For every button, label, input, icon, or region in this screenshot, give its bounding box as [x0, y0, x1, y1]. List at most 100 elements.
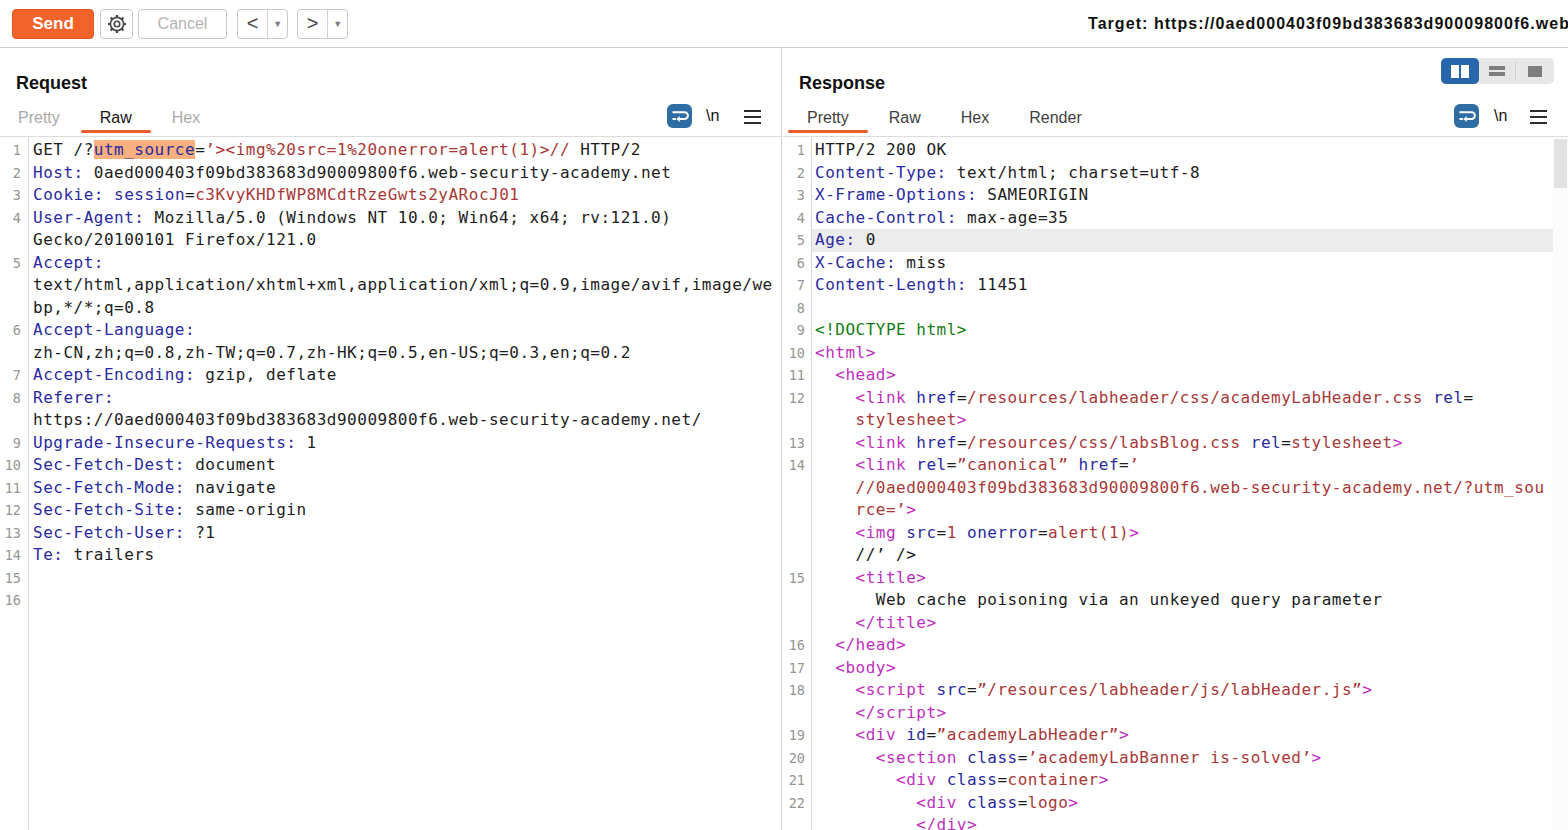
line-number [783, 409, 805, 432]
request-panel: Request Pretty Raw Hex \n 1GET /?utm_sou… [0, 48, 782, 830]
prev-dropdown-icon[interactable]: ▼ [268, 10, 287, 38]
line-number [783, 477, 805, 500]
layout-toggle [1441, 58, 1554, 84]
line-number [783, 522, 805, 545]
editor-line: 6X-Cache: miss [783, 252, 1568, 275]
send-button[interactable]: Send [12, 9, 94, 39]
editor-line: Gecko/20100101 Firefox/121.0 [0, 229, 781, 252]
editor-line: 3Cookie: session=c3KvyKHDfWP8MCdtRzeGwts… [0, 184, 781, 207]
editor-line: </script> [783, 702, 1568, 725]
editor-line: <img src=1 onerror=alert(1)> [783, 522, 1568, 545]
editor-line: 1HTTP/2 200 OK [783, 139, 1568, 162]
editor-line: 3X-Frame-Options: SAMEORIGIN [783, 184, 1568, 207]
response-editor[interactable]: 1HTTP/2 200 OK2Content-Type: text/html; … [783, 137, 1568, 830]
editor-line: 12Sec-Fetch-Site: same-origin [0, 499, 781, 522]
editor-line: 9<!DOCTYPE html> [783, 319, 1568, 342]
editor-line: 11 <head> [783, 364, 1568, 387]
line-number: 11 [783, 364, 805, 387]
editor-line: 9Upgrade-Insecure-Requests: 1 [0, 432, 781, 455]
newline-toggle[interactable]: \n [706, 104, 719, 128]
line-number: 8 [783, 297, 805, 320]
request-panel-title: Request [16, 73, 87, 94]
newline-toggle[interactable]: \n [1494, 104, 1507, 128]
editor-line: 7Accept-Encoding: gzip, deflate [0, 364, 781, 387]
editor-line: 16 </head> [783, 634, 1568, 657]
line-number: 21 [783, 769, 805, 792]
line-number: 14 [783, 454, 805, 477]
editor-line: 11Sec-Fetch-Mode: navigate [0, 477, 781, 500]
line-number: 4 [0, 207, 21, 230]
editor-line: https://0aed000403f09bd383683d90009800f6… [0, 409, 781, 432]
scrollbar-thumb[interactable] [1554, 139, 1567, 188]
line-number: 13 [0, 522, 21, 545]
line-number: 15 [783, 567, 805, 590]
line-number [783, 814, 805, 830]
next-dropdown-icon[interactable]: ▼ [328, 10, 347, 38]
line-number: 16 [0, 589, 21, 612]
line-number: 22 [783, 792, 805, 815]
line-number [0, 274, 21, 297]
line-number: 13 [783, 432, 805, 455]
editor-line: 15 [0, 567, 781, 590]
line-number: 6 [783, 252, 805, 275]
editor-line: 20 <section class=’academyLabBanner is-s… [783, 747, 1568, 770]
wrap-lines-icon[interactable] [667, 104, 692, 128]
line-number [783, 544, 805, 567]
hamburger-menu-icon[interactable] [744, 110, 761, 124]
prev-request-button[interactable]: < ▼ [237, 9, 288, 39]
editor-line: 14 <link rel=”canonical” href=’ [783, 454, 1568, 477]
wrap-lines-icon[interactable] [1454, 104, 1479, 128]
editor-line: </div> [783, 814, 1568, 830]
line-number: 14 [0, 544, 21, 567]
cancel-button[interactable]: Cancel [138, 9, 227, 39]
line-number: 2 [783, 162, 805, 185]
prev-arrow-icon[interactable]: < [238, 10, 267, 38]
line-number: 1 [0, 139, 21, 162]
editor-line: 1GET /?utm_source=’><img%20src=1%20onerr… [0, 139, 781, 162]
line-number: 9 [0, 432, 21, 455]
editor-line: 5Accept: [0, 252, 781, 275]
editor-line: 6Accept-Language: [0, 319, 781, 342]
editor-line: 13Sec-Fetch-User: ?1 [0, 522, 781, 545]
line-number: 1 [783, 139, 805, 162]
next-request-button[interactable]: > ▼ [297, 9, 348, 39]
layout-single-icon[interactable] [1516, 58, 1554, 84]
editor-line: 19 <div id=”academyLabHeader”> [783, 724, 1568, 747]
layout-rows-icon[interactable] [1479, 58, 1517, 84]
line-number [783, 499, 805, 522]
line-number [0, 229, 21, 252]
response-tab-hex[interactable]: Hex [961, 109, 989, 127]
gear-icon [106, 13, 128, 35]
request-tab-pretty[interactable]: Pretty [18, 109, 60, 127]
target-label: Target: https://0aed000403f09bd383683d90… [1088, 0, 1568, 48]
line-number: 15 [0, 567, 21, 590]
line-number: 19 [783, 724, 805, 747]
hamburger-menu-icon[interactable] [1530, 110, 1547, 124]
line-number: 5 [0, 252, 21, 275]
editor-line: 17 <body> [783, 657, 1568, 680]
layout-columns-icon[interactable] [1441, 58, 1479, 84]
response-tab-raw[interactable]: Raw [889, 109, 921, 127]
settings-button[interactable] [100, 9, 133, 39]
editor-line: 10<html> [783, 342, 1568, 365]
editor-line: 2Content-Type: text/html; charset=utf-8 [783, 162, 1568, 185]
editor-line: bp,*/*;q=0.8 [0, 297, 781, 320]
editor-line: text/html,application/xhtml+xml,applicat… [0, 274, 781, 297]
request-editor[interactable]: 1GET /?utm_source=’><img%20src=1%20onerr… [0, 137, 781, 830]
editor-line: 16 [0, 589, 781, 612]
line-number: 4 [783, 207, 805, 230]
line-number [783, 589, 805, 612]
response-tab-pretty[interactable]: Pretty [807, 109, 849, 127]
response-tab-render[interactable]: Render [1029, 109, 1081, 127]
line-number: 16 [783, 634, 805, 657]
request-tab-raw[interactable]: Raw [100, 109, 132, 127]
response-scrollbar[interactable] [1553, 137, 1568, 830]
line-number: 6 [0, 319, 21, 342]
line-number: 10 [783, 342, 805, 365]
editor-line: 7Content-Length: 11451 [783, 274, 1568, 297]
next-arrow-icon[interactable]: > [298, 10, 327, 38]
line-number: 12 [783, 387, 805, 410]
line-number: 3 [783, 184, 805, 207]
editor-line: Web cache poisoning via an unkeyed query… [783, 589, 1568, 612]
request-tab-hex[interactable]: Hex [172, 109, 200, 127]
